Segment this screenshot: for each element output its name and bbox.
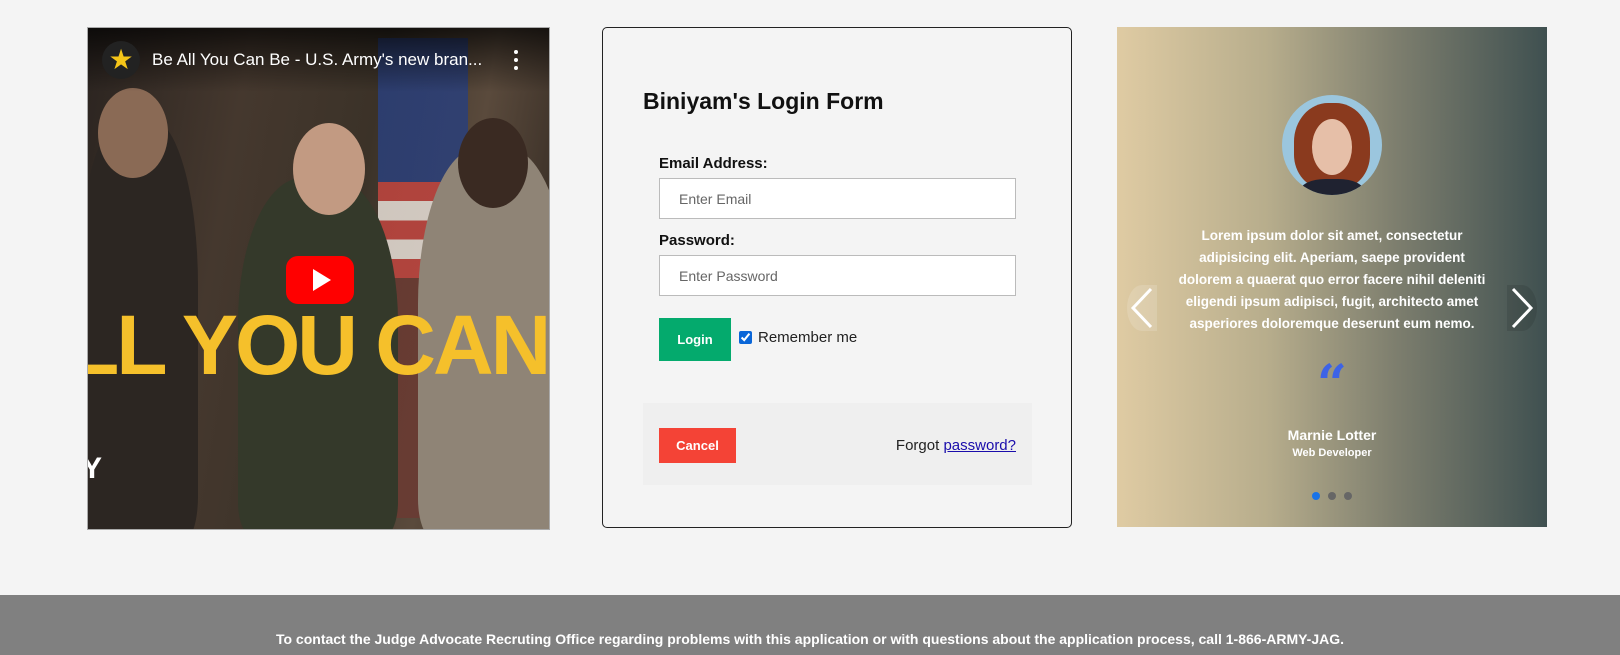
form-footer: Cancel Forgot password? (643, 403, 1032, 485)
cancel-button[interactable]: Cancel (659, 428, 736, 463)
avatar (1282, 95, 1382, 195)
carousel-dot[interactable] (1344, 492, 1352, 500)
thumbnail-figure (293, 123, 365, 215)
testimonial-quote: Lorem ipsum dolor sit amet, consectetur … (1178, 228, 1486, 331)
password-input[interactable] (659, 255, 1016, 296)
carousel-dot[interactable] (1312, 492, 1320, 500)
forgot-password-link[interactable]: password? (943, 437, 1016, 454)
carousel-next-button[interactable] (1507, 285, 1537, 331)
login-form: Biniyam's Login Form Email Address: Pass… (602, 27, 1072, 528)
footer-contact-text: To contact the Judge Advocate Recruting … (275, 631, 1345, 647)
remember-me-checkbox[interactable] (739, 331, 752, 344)
author-name: Marnie Lotter (1287, 427, 1377, 443)
star-icon[interactable]: ★ (102, 41, 140, 79)
quote-icon: “ (1317, 354, 1347, 415)
carousel-dot[interactable] (1328, 492, 1336, 500)
carousel-indicators (1117, 492, 1547, 500)
video-title[interactable]: Be All You Can Be - U.S. Army's new bran… (152, 50, 492, 70)
remember-me: Remember me (739, 329, 857, 346)
author-role: Web Developer (1292, 447, 1372, 459)
remember-me-label: Remember me (758, 329, 858, 346)
forgot-password: Forgot password? (896, 437, 1016, 454)
login-button[interactable]: Login (659, 318, 731, 361)
login-title: Biniyam's Login Form (643, 88, 884, 114)
password-label: Password: (659, 232, 735, 249)
thumbnail-figure (458, 118, 528, 208)
chevron-right-icon (1511, 287, 1534, 329)
email-label: Email Address: (659, 155, 768, 172)
more-vertical-icon[interactable] (513, 50, 519, 70)
email-input[interactable] (659, 178, 1016, 219)
thumbnail-figure (98, 88, 168, 178)
site-footer: To contact the Judge Advocate Recruting … (0, 595, 1620, 655)
video-title-bar: ★ Be All You Can Be - U.S. Army's new br… (88, 28, 549, 92)
forgot-prefix: Forgot (895, 437, 940, 454)
play-button[interactable] (286, 256, 354, 304)
chevron-left-icon (1130, 287, 1153, 329)
play-icon (313, 269, 331, 291)
video-overlay-text: LL YOU CAN (87, 298, 549, 392)
testimonial-carousel: Lorem ipsum dolor sit amet, consectetur … (1117, 27, 1547, 527)
video-overlay-letter: Y (88, 452, 102, 486)
carousel-prev-button[interactable] (1127, 285, 1157, 331)
youtube-video-embed[interactable]: LL YOU CAN Y ★ Be All You Can Be - U.S. … (87, 27, 550, 530)
